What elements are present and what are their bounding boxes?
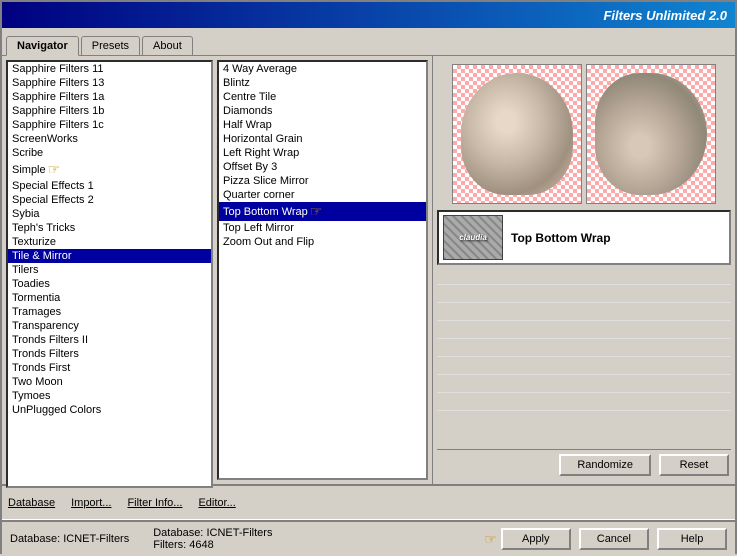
reset-button[interactable]: Reset — [659, 454, 729, 476]
filter-item[interactable]: Half Wrap — [219, 118, 426, 132]
list-item[interactable]: ScreenWorks — [8, 132, 211, 146]
editor-button[interactable]: Editor... — [198, 497, 235, 509]
filter-item[interactable]: Zoom Out and Flip — [219, 235, 426, 249]
empty-row — [437, 393, 731, 411]
database-label: Database: ICNET-Filters — [10, 533, 129, 545]
database-info: Database: ICNET-Filters — [153, 527, 474, 539]
filter-info-row: claudia Top Bottom Wrap — [437, 210, 731, 265]
list-item[interactable]: Tormentia — [8, 291, 211, 305]
list-item[interactable]: UnPlugged Colors — [8, 403, 211, 417]
status-info: Database: ICNET-Filters Filters: 4648 — [153, 527, 474, 551]
category-column: Sapphire Filters 11 Sapphire Filters 13 … — [2, 56, 217, 484]
filter-thumbnail: claudia — [443, 215, 503, 260]
cursor-indicator: ☞ — [48, 161, 61, 178]
db-label: Database: — [153, 527, 203, 539]
cursor-indicator-2: ☞ — [310, 203, 323, 220]
randomize-reset-row: Randomize Reset — [437, 449, 731, 480]
title-bar: Filters Unlimited 2.0 — [2, 2, 735, 28]
db-value: ICNET-Filters — [206, 527, 272, 539]
list-item[interactable]: Tronds First — [8, 361, 211, 375]
filter-list[interactable]: 4 Way Average Blintz Centre Tile Diamond… — [217, 60, 428, 480]
filter-item-selected[interactable]: Top Bottom Wrap ☞ — [219, 202, 426, 221]
tab-navigator[interactable]: Navigator — [6, 36, 79, 56]
filter-item[interactable]: Quarter corner — [219, 188, 426, 202]
preview-inner-right — [595, 73, 707, 195]
apply-button[interactable]: Apply — [501, 528, 571, 550]
tab-about[interactable]: About — [142, 36, 193, 55]
list-item[interactable]: Simple ☞ — [8, 160, 211, 179]
filter-name-display: Top Bottom Wrap — [511, 231, 611, 245]
db-label-text: Database: — [10, 533, 60, 545]
help-button[interactable]: Help — [657, 528, 727, 550]
list-item[interactable]: Transparency — [8, 319, 211, 333]
app-title: Filters Unlimited 2.0 — [603, 8, 727, 23]
list-item[interactable]: Sapphire Filters 1a — [8, 90, 211, 104]
filter-item[interactable]: Pizza Slice Mirror — [219, 174, 426, 188]
empty-row — [437, 321, 731, 339]
main-content: Sapphire Filters 11 Sapphire Filters 13 … — [2, 56, 735, 484]
preview-panel: claudia Top Bottom Wrap Randomize Reset — [432, 56, 735, 484]
filter-item[interactable]: Blintz — [219, 76, 426, 90]
list-item[interactable]: Sapphire Filters 1b — [8, 104, 211, 118]
filters-count: 4648 — [189, 539, 213, 551]
list-item[interactable]: Tramages — [8, 305, 211, 319]
db-value-text: ICNET-Filters — [63, 533, 129, 545]
filter-item[interactable]: Diamonds — [219, 104, 426, 118]
empty-rows-area — [437, 267, 731, 449]
list-item-selected[interactable]: Tile & Mirror — [8, 249, 211, 263]
filter-item[interactable]: Centre Tile — [219, 90, 426, 104]
list-item[interactable]: Two Moon — [8, 375, 211, 389]
empty-row — [437, 303, 731, 321]
status-bar: Database: ICNET-Filters Database: ICNET-… — [2, 520, 735, 556]
tab-presets[interactable]: Presets — [81, 36, 140, 55]
cancel-button[interactable]: Cancel — [579, 528, 649, 550]
toolbar-row: Database Import... Filter Info... Editor… — [2, 484, 735, 520]
list-item[interactable]: Sybia — [8, 207, 211, 221]
empty-row — [437, 339, 731, 357]
filters-info: Filters: 4648 — [153, 539, 474, 551]
list-item[interactable]: Special Effects 1 — [8, 179, 211, 193]
list-item[interactable]: Texturize — [8, 235, 211, 249]
filter-column: 4 Way Average Blintz Centre Tile Diamond… — [217, 56, 432, 484]
empty-row — [437, 357, 731, 375]
filter-item[interactable]: 4 Way Average — [219, 62, 426, 76]
randomize-button[interactable]: Randomize — [559, 454, 651, 476]
preview-inner-left — [461, 73, 573, 195]
list-item[interactable]: Sapphire Filters 11 — [8, 62, 211, 76]
list-item[interactable]: Tilers — [8, 263, 211, 277]
list-item[interactable]: Tymoes — [8, 389, 211, 403]
empty-row — [437, 285, 731, 303]
tab-bar: Navigator Presets About — [2, 28, 735, 56]
list-item[interactable]: Special Effects 2 — [8, 193, 211, 207]
preview-images-area — [437, 60, 731, 208]
list-item[interactable]: Toadies — [8, 277, 211, 291]
preview-image-left — [452, 64, 582, 204]
filter-info-button[interactable]: Filter Info... — [127, 497, 182, 509]
filter-item[interactable]: Horizontal Grain — [219, 132, 426, 146]
category-list[interactable]: Sapphire Filters 11 Sapphire Filters 13 … — [6, 60, 213, 488]
filter-item[interactable]: Left Right Wrap — [219, 146, 426, 160]
apply-button-wrapper: ☞ Apply — [482, 528, 571, 550]
empty-row — [437, 267, 731, 285]
list-item[interactable]: Scribe — [8, 146, 211, 160]
filter-item[interactable]: Top Left Mirror — [219, 221, 426, 235]
list-item[interactable]: Teph's Tricks — [8, 221, 211, 235]
preview-image-right — [586, 64, 716, 204]
database-button[interactable]: Database — [8, 497, 55, 509]
filters-label-text: Filters: — [153, 539, 186, 551]
filter-item[interactable]: Offset By 3 — [219, 160, 426, 174]
apply-cursor-indicator: ☞ — [484, 531, 497, 548]
list-item[interactable]: Sapphire Filters 1c — [8, 118, 211, 132]
list-item[interactable]: Sapphire Filters 13 — [8, 76, 211, 90]
import-button[interactable]: Import... — [71, 497, 111, 509]
list-item[interactable]: Tronds Filters II — [8, 333, 211, 347]
thumb-text: claudia — [459, 233, 487, 242]
list-item[interactable]: Tronds Filters — [8, 347, 211, 361]
empty-row — [437, 375, 731, 393]
